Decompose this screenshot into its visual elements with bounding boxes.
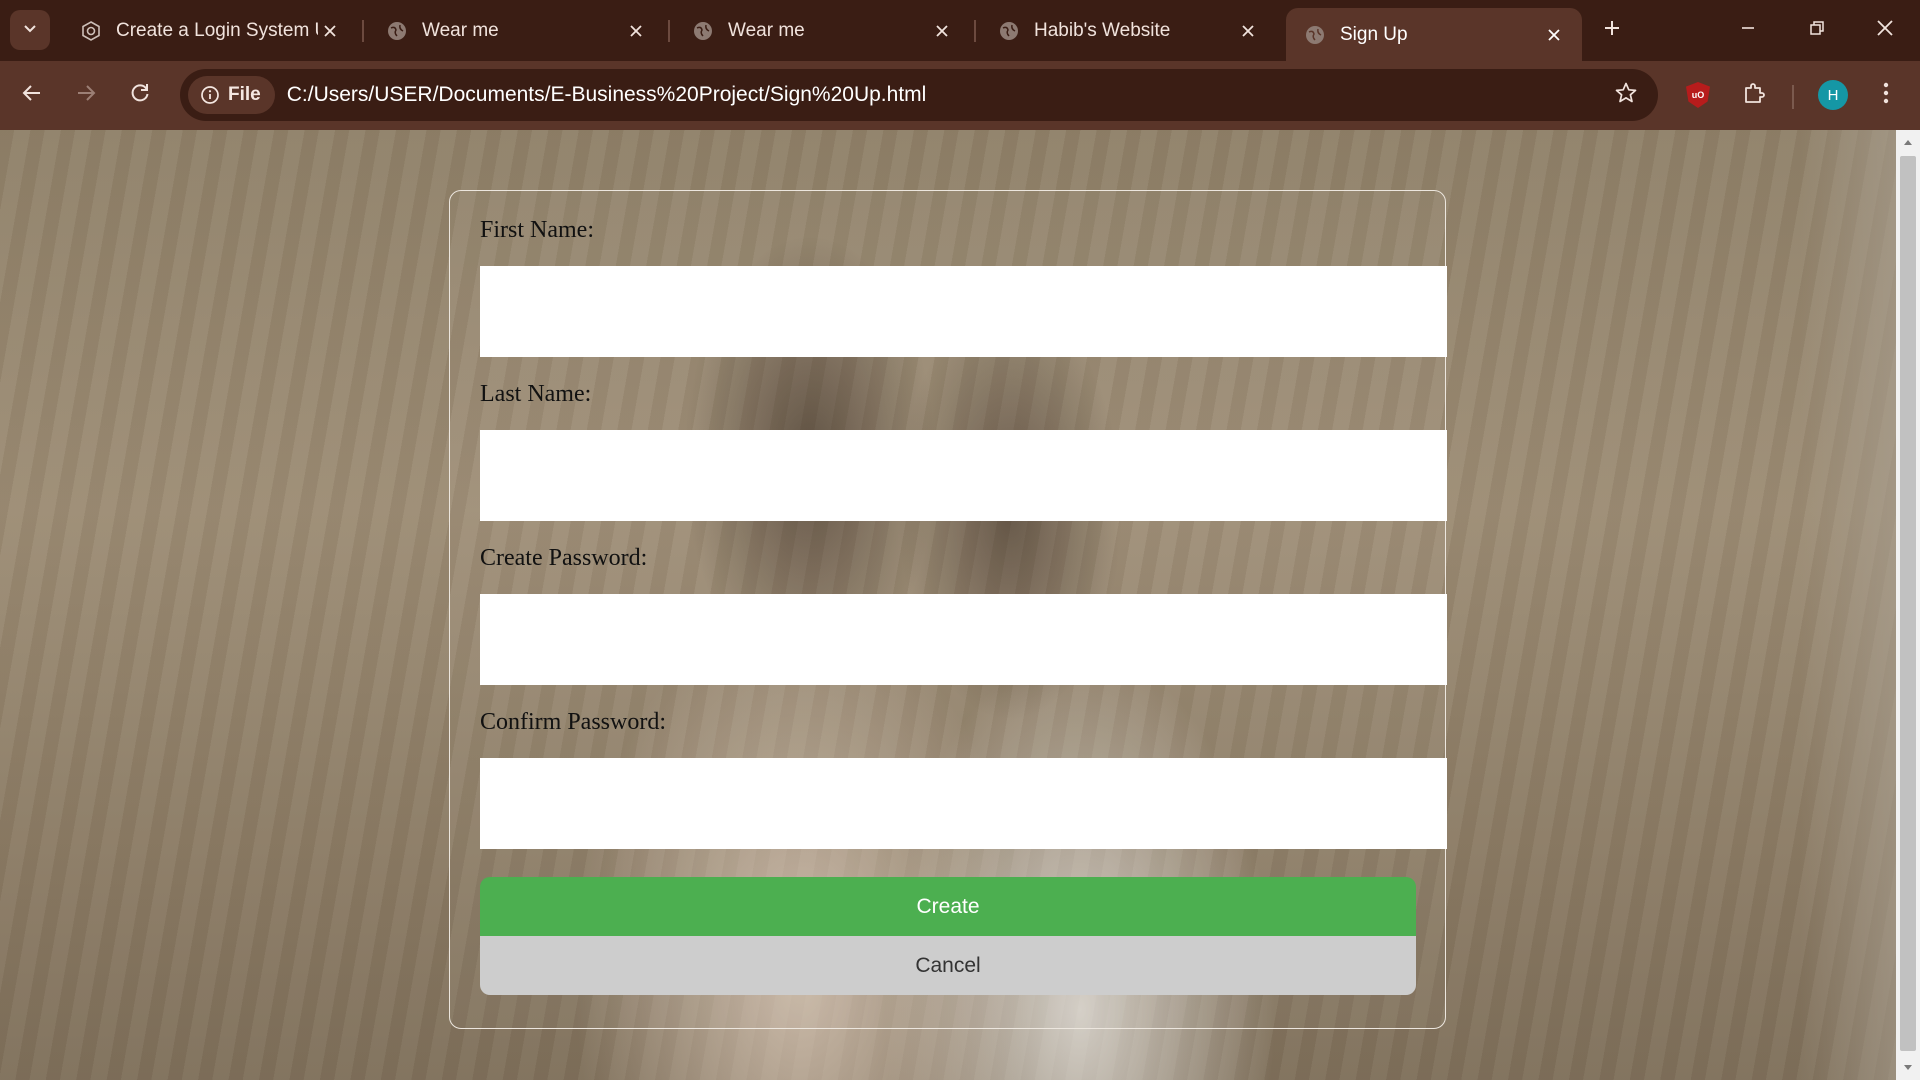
address-bar[interactable]: File C:/Users/USER/Documents/E-Business%…	[180, 69, 1658, 121]
close-icon[interactable]	[1236, 19, 1260, 43]
page-viewport: First Name: Last Name: Create Password: …	[0, 130, 1896, 1080]
tab-search-button[interactable]	[10, 10, 50, 50]
globe-icon	[1304, 24, 1326, 46]
info-icon	[200, 85, 220, 105]
signup-form: First Name: Last Name: Create Password: …	[449, 190, 1447, 1029]
puzzle-icon	[1742, 81, 1766, 110]
browser-toolbar: File C:/Users/USER/Documents/E-Business%…	[0, 61, 1920, 130]
minimize-icon	[1740, 20, 1756, 41]
tab-divider	[362, 20, 364, 42]
background-photo-edge	[1800, 130, 1896, 1080]
more-vertical-icon	[1883, 82, 1889, 109]
tab-habibs-website[interactable]: Habib's Website	[980, 8, 1276, 53]
scroll-down-arrow[interactable]	[1896, 1058, 1920, 1078]
create-password-label: Create Password:	[480, 545, 648, 571]
chevron-down-icon	[22, 20, 38, 41]
bookmark-button[interactable]	[1612, 81, 1640, 109]
tab-wear-me-2[interactable]: Wear me	[674, 8, 970, 53]
globe-icon	[998, 20, 1020, 42]
last-name-field[interactable]	[480, 430, 1447, 521]
arrow-right-icon	[75, 82, 97, 109]
close-icon[interactable]	[1542, 23, 1566, 47]
star-icon	[1614, 81, 1638, 110]
page-scrollbar[interactable]	[1896, 130, 1920, 1080]
close-icon	[1876, 19, 1894, 42]
extensions-button[interactable]	[1734, 75, 1774, 115]
scroll-up-arrow[interactable]	[1896, 132, 1920, 152]
forward-button[interactable]	[66, 75, 106, 115]
close-window-button[interactable]	[1862, 8, 1908, 52]
app-icon	[80, 20, 102, 42]
new-tab-button[interactable]	[1594, 12, 1630, 48]
tab-title: Create a Login System Us	[116, 19, 318, 41]
create-password-field[interactable]	[480, 594, 1447, 685]
profile-button[interactable]: H	[1813, 75, 1853, 115]
globe-icon	[386, 20, 408, 42]
plus-icon	[1603, 19, 1621, 42]
tab-title: Sign Up	[1340, 23, 1408, 45]
create-button[interactable]: Create	[480, 877, 1416, 936]
confirm-password-label: Confirm Password:	[480, 709, 666, 735]
tab-title: Habib's Website	[1034, 19, 1171, 41]
tab-sign-up[interactable]: Sign Up	[1286, 8, 1582, 61]
back-button[interactable]	[12, 75, 52, 115]
avatar: H	[1818, 80, 1848, 110]
tab-title: Wear me	[422, 19, 499, 41]
tab-strip: Create a Login System Us Wear me Wear me…	[0, 0, 1920, 61]
reload-icon	[129, 82, 151, 109]
arrow-left-icon	[21, 82, 43, 109]
tab-divider	[974, 20, 976, 42]
tab-divider	[668, 20, 670, 42]
first-name-label: First Name:	[480, 217, 594, 243]
scrollbar-thumb[interactable]	[1900, 156, 1916, 1051]
close-icon[interactable]	[624, 19, 648, 43]
restore-icon	[1809, 20, 1825, 41]
confirm-password-field[interactable]	[480, 758, 1447, 849]
url-text[interactable]: C:/Users/USER/Documents/E-Business%20Pro…	[287, 83, 927, 107]
menu-button[interactable]	[1866, 75, 1906, 115]
toolbar-divider	[1792, 85, 1794, 109]
cancel-button[interactable]: Cancel	[480, 936, 1416, 995]
site-info-chip[interactable]: File	[188, 76, 275, 114]
first-name-field[interactable]	[480, 266, 1447, 357]
reload-button[interactable]	[120, 75, 160, 115]
globe-icon	[692, 20, 714, 42]
site-info-label: File	[228, 84, 261, 105]
restore-button[interactable]	[1794, 8, 1840, 52]
close-icon[interactable]	[930, 19, 954, 43]
tab-title: Wear me	[728, 19, 805, 41]
ublock-extension-button[interactable]: uO	[1678, 75, 1718, 115]
tab-create-login[interactable]: Create a Login System Us	[62, 8, 358, 53]
last-name-label: Last Name:	[480, 381, 592, 407]
ublock-icon: uO	[1686, 82, 1710, 108]
tab-wear-me[interactable]: Wear me	[368, 8, 664, 53]
close-icon[interactable]	[318, 19, 342, 43]
minimize-button[interactable]	[1725, 8, 1771, 52]
